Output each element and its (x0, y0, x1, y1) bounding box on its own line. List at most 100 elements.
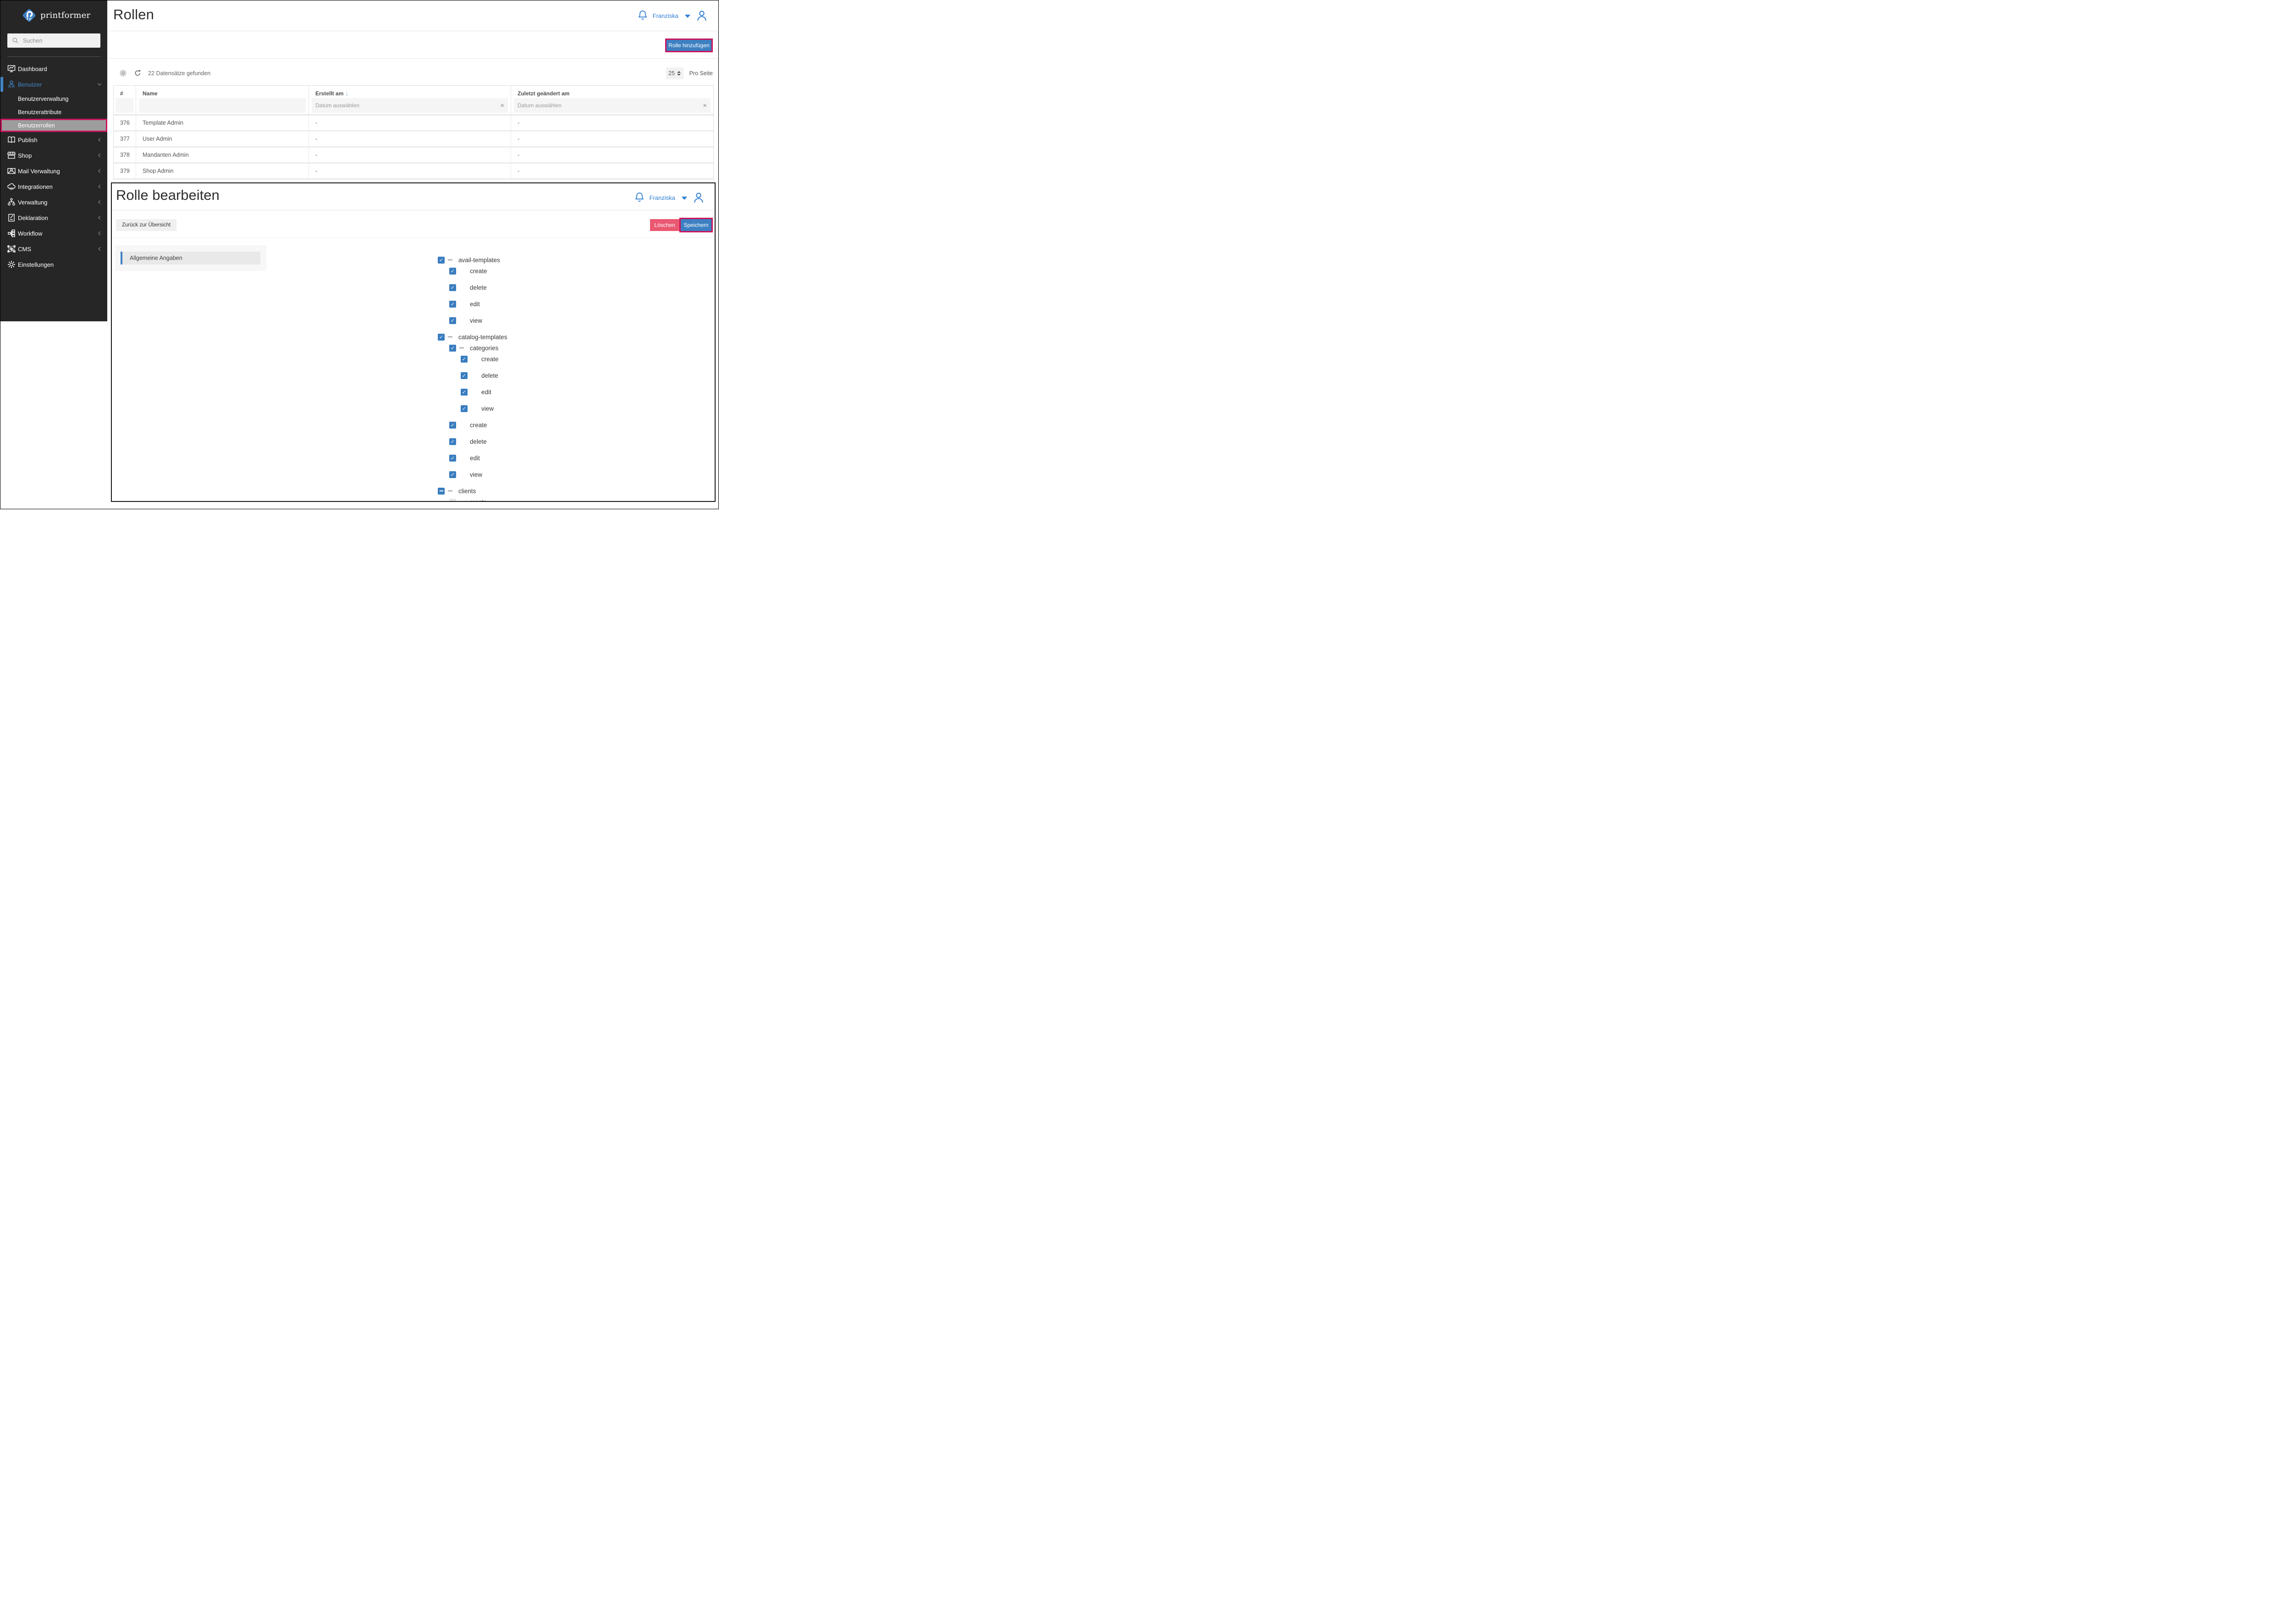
user-menu-caret-icon[interactable] (682, 196, 687, 200)
per-page-select[interactable]: 25 (666, 67, 683, 79)
collapse-dash-icon[interactable] (448, 259, 452, 260)
table-row[interactable]: 379 Shop Admin - - (114, 164, 713, 180)
chevron-left-icon[interactable] (96, 137, 103, 143)
sidebar-item-workflow[interactable]: Workflow (0, 226, 107, 241)
collapse-dash-icon[interactable] (448, 490, 452, 491)
modified-date-filter[interactable]: Datum auswählen × (514, 98, 711, 113)
cell-modified: - (518, 152, 520, 158)
checkbox-checked[interactable]: ✓ (438, 333, 445, 341)
checkbox-checked[interactable]: ✓ (449, 438, 456, 445)
chevron-left-icon[interactable] (96, 215, 103, 221)
sidebar-item-verwaltung[interactable]: Verwaltung (0, 194, 107, 210)
id-filter (116, 98, 134, 113)
checkbox-checked[interactable]: ✓ (449, 300, 456, 308)
permission-label: edit (481, 388, 491, 396)
selection-icon (7, 244, 16, 253)
column-header-id[interactable]: # (114, 86, 136, 114)
chevron-left-icon[interactable] (96, 199, 103, 205)
sidebar-item-einstellungen[interactable]: Einstellungen (0, 257, 107, 272)
save-button[interactable]: Speichern (681, 219, 711, 231)
table-row[interactable]: 377 User Admin - - (114, 132, 713, 148)
logo[interactable]: printformer (0, 0, 107, 23)
sidebar-item-mail-verwaltung[interactable]: Mail Verwaltung (0, 163, 107, 179)
collapse-dash-icon[interactable] (459, 347, 464, 348)
checkbox-checked[interactable]: ✓ (449, 471, 456, 478)
checkbox-checked[interactable]: ✓ (461, 372, 468, 379)
mail-icon (7, 166, 16, 176)
permission-row-create: ✓ create (112, 421, 715, 429)
checkbox-checked[interactable]: ✓ (449, 344, 456, 352)
checkbox-checked[interactable]: ✓ (449, 267, 456, 275)
clear-filter-icon[interactable]: × (703, 102, 707, 109)
sidebar-item-cms[interactable]: CMS (0, 241, 107, 257)
chevron-left-icon[interactable] (96, 230, 103, 237)
workflow-icon (7, 229, 16, 238)
permission-label: create (481, 355, 499, 363)
user-avatar-icon[interactable] (696, 10, 708, 22)
column-header-modified[interactable]: Zuletzt geändert am Datum auswählen × (511, 86, 713, 114)
user-name[interactable]: Franziska (653, 12, 678, 19)
sidebar-item-benutzerverwaltung[interactable]: Benutzerverwaltung (0, 92, 107, 105)
permission-row-delete: ✓ delete (112, 372, 715, 379)
sidebar-item-integrationen[interactable]: Integrationen (0, 179, 107, 194)
sidebar-item-benutzerrollen[interactable]: Benutzerrollen (0, 119, 107, 132)
chevron-left-icon[interactable] (96, 246, 103, 252)
sort-descending-icon[interactable]: ↓ (346, 90, 348, 97)
notifications-bell-icon[interactable] (634, 192, 645, 204)
permission-row-edit: ✓ edit (112, 388, 715, 396)
search-input[interactable]: Suchen (7, 33, 100, 48)
table-settings-gear-icon[interactable] (119, 69, 127, 77)
cell-id: 379 (114, 164, 136, 178)
user-name[interactable]: Franziska (650, 194, 675, 201)
permission-label: view (470, 317, 483, 324)
back-to-overview-button[interactable]: Zurück zur Übersicht (116, 219, 177, 231)
column-header-created[interactable]: Erstellt am ↓ Datum auswählen × (309, 86, 511, 114)
column-header-name[interactable]: Name (136, 86, 309, 114)
sidebar-item-deklaration[interactable]: Deklaration (0, 210, 107, 226)
checkbox-checked[interactable]: ✓ (461, 405, 468, 412)
permission-row-categories: ✓ categories (112, 344, 715, 352)
table-row[interactable]: 378 Mandanten Admin - - (114, 148, 713, 164)
sidebar-item-shop[interactable]: Shop (0, 148, 107, 163)
clear-filter-icon[interactable]: × (500, 102, 504, 109)
page-title: Rollen (113, 6, 154, 22)
sidebar-menu: Dashboard Benutzer Benutzerverwaltung Benut… (0, 61, 107, 272)
checkbox-indeterminate[interactable] (438, 487, 445, 495)
permission-label: delete (470, 438, 487, 445)
checkbox-checked[interactable]: ✓ (449, 454, 456, 462)
user-avatar-icon[interactable] (693, 192, 705, 204)
name-filter-input[interactable] (139, 98, 306, 113)
chevron-left-icon[interactable] (96, 183, 103, 190)
chevron-left-icon[interactable] (96, 168, 103, 174)
checkbox-checked[interactable]: ✓ (438, 256, 445, 264)
sidebar-item-dashboard[interactable]: Dashboard (0, 61, 107, 77)
add-role-button[interactable]: Rolle hinzufügen (667, 40, 711, 51)
sidebar-item-publish[interactable]: Publish (0, 132, 107, 148)
checkbox-checked[interactable]: ✓ (461, 388, 468, 396)
cloud-icon (7, 182, 16, 191)
sidebar-item-benutzerattribute[interactable]: Benutzerattribute (0, 105, 107, 119)
printformer-logo-icon (22, 9, 36, 22)
created-date-filter[interactable]: Datum auswählen × (312, 98, 508, 113)
sidebar-item-benutzer[interactable]: Benutzer (0, 77, 107, 92)
sidebar: printformer Suchen Dashboard Benutzer Benu… (0, 0, 107, 321)
book-icon (7, 135, 16, 144)
refresh-icon[interactable] (133, 69, 142, 77)
checkbox-checked[interactable]: ✓ (461, 355, 468, 363)
chevron-down-icon[interactable] (96, 81, 103, 88)
storefront-icon (7, 151, 16, 160)
notifications-bell-icon[interactable] (637, 10, 648, 22)
cell-created: - (309, 164, 511, 178)
checkbox-unchecked[interactable] (449, 498, 456, 501)
table-row[interactable]: 376 Template Admin - - (114, 116, 713, 132)
user-menu-caret-icon[interactable] (685, 14, 690, 18)
chevron-left-icon[interactable] (96, 152, 103, 159)
delete-button[interactable]: Löschen (650, 219, 679, 231)
permission-label: create (470, 498, 487, 502)
active-indicator (0, 77, 3, 92)
collapse-dash-icon[interactable] (448, 336, 452, 337)
checkbox-checked[interactable]: ✓ (449, 317, 456, 324)
checkbox-checked[interactable]: ✓ (449, 284, 456, 291)
permission-row-create: create (112, 498, 715, 502)
checkbox-checked[interactable]: ✓ (449, 421, 456, 429)
